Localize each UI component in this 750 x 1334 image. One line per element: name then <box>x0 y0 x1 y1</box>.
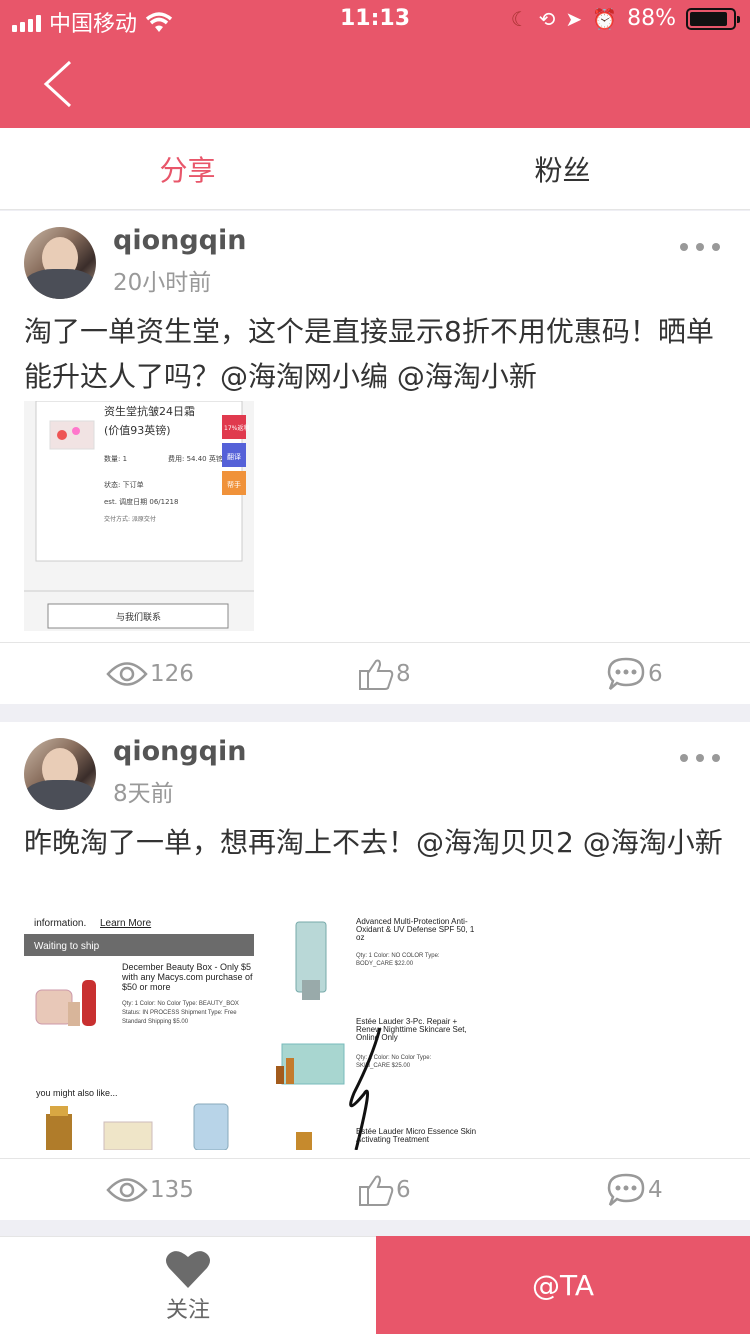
thumbs-up-icon <box>359 1175 394 1206</box>
comments-count: 6 <box>648 660 663 687</box>
like-button[interactable]: 6 <box>358 1173 411 1207</box>
info-text: information. <box>34 918 86 929</box>
tab-share[interactable]: 分享 <box>0 128 375 209</box>
avatar[interactable] <box>24 738 96 810</box>
more-icon[interactable] <box>680 243 720 251</box>
follow-label: 关注 <box>165 1297 210 1323</box>
post-image[interactable]: information. Learn More Waiting to ship … <box>24 918 484 1150</box>
order-qty: 数量: 1 <box>104 454 127 463</box>
order-pay: 交付方式: 派原交付 <box>104 515 156 523</box>
order-screenshot: information. Learn More Waiting to ship … <box>24 918 484 1150</box>
product-title: 资生堂抗皱24日霜 <box>104 404 195 418</box>
username[interactable]: qiongqin <box>113 225 246 256</box>
post-time: 8天前 <box>113 781 174 807</box>
post-actions: 135 6 4 <box>0 1158 750 1220</box>
order-screenshot: 资生堂抗皱24日霜 (价值93英镑) 数量: 1 费用: 54.40 英镑 状态… <box>24 401 254 629</box>
product-subtitle: (价值93英镑) <box>104 423 171 437</box>
location-icon: ➤ <box>565 6 583 31</box>
rec1-title: Advanced Multi-Protection Anti-Oxidant &… <box>356 918 475 942</box>
rec3-title: Estée Lauder Micro Essence Skin Activati… <box>356 1128 477 1144</box>
thumbs-up-icon <box>359 659 394 690</box>
views-counter[interactable]: 126 <box>106 659 194 689</box>
rec2-title: Estée Lauder 3-Pc. Repair + Renew Nightt… <box>356 1018 467 1042</box>
contact-button: 与我们联系 <box>116 611 161 623</box>
post-actions: 126 8 6 <box>0 642 750 704</box>
alarm-icon: ⏰ <box>592 6 618 31</box>
rotation-lock-icon: ⟲ <box>538 6 556 31</box>
comment-icon <box>607 657 645 690</box>
order-fee: 费用: 54.40 英镑 <box>168 454 223 463</box>
at-ta-button[interactable]: @TA <box>376 1236 750 1334</box>
also-like-label: you might also like... <box>36 1088 118 1098</box>
eye-icon <box>106 1177 148 1202</box>
learn-more-link: Learn More <box>100 918 152 929</box>
box-title: December Beauty Box - Only $5 with any M… <box>122 962 253 992</box>
follow-button[interactable]: 关注 <box>0 1236 376 1334</box>
post-card[interactable]: qiongqin 20小时前 淘了一单资生堂，这个是直接显示8折不用优惠码！晒单… <box>0 211 750 704</box>
moon-icon: ☾ <box>510 6 529 31</box>
comment-button[interactable]: 4 <box>606 1172 663 1208</box>
badge-helper: 帮手 <box>227 480 241 489</box>
like-button[interactable]: 8 <box>358 657 411 691</box>
likes-count: 8 <box>396 660 411 687</box>
views-count: 135 <box>150 1176 194 1203</box>
box-details: Qty: 1 Color: No Color Type: BEAUTY_BOX … <box>122 1001 239 1025</box>
badge-rebate: 17%返利 <box>224 424 249 432</box>
avatar[interactable] <box>24 227 96 299</box>
post-card[interactable]: qiongqin 8天前 昨晚淘了一单，想再淘上不去！@海淘贝贝2 @海淘小新 … <box>0 722 750 1220</box>
comment-icon <box>607 1173 645 1206</box>
comments-count: 4 <box>648 1176 663 1203</box>
chevron-left-icon[interactable] <box>40 58 80 110</box>
order-date: est. 调度日期 06/1218 <box>104 497 178 506</box>
heart-icon <box>166 1250 210 1288</box>
likes-count: 6 <box>396 1176 411 1203</box>
username[interactable]: qiongqin <box>113 736 246 767</box>
bottom-bar: 关注 @TA <box>0 1236 750 1334</box>
tab-fans[interactable]: 粉丝 <box>375 128 750 209</box>
post-text: 昨晚淘了一单，想再淘上不去！@海淘贝贝2 @海淘小新 <box>24 826 723 859</box>
battery-percent: 88% <box>627 6 676 31</box>
comment-button[interactable]: 6 <box>606 656 663 692</box>
tab-bar: 分享 粉丝 <box>0 128 750 210</box>
order-state: 状态: 下订单 <box>104 480 144 489</box>
post-time: 20小时前 <box>113 270 212 296</box>
battery-icon <box>686 7 740 30</box>
badge-translate: 翻译 <box>227 452 241 461</box>
status-bar: 中国移动 11:13 ☾ ⟲ ➤ ⏰ 88% <box>0 0 750 40</box>
post-image[interactable]: 资生堂抗皱24日霜 (价值93英镑) 数量: 1 费用: 54.40 英镑 状态… <box>24 401 254 631</box>
post-text: 淘了一单资生堂，这个是直接显示8折不用优惠码！晒单能升达人了吗？@海淘网小编 @… <box>24 315 714 393</box>
rec1-details: Qty: 1 Color: NO COLOR Type: BODY_CARE $… <box>356 953 440 967</box>
eye-icon <box>106 661 148 686</box>
views-counter[interactable]: 135 <box>106 1175 194 1205</box>
header-bar: 中国移动 11:13 ☾ ⟲ ➤ ⏰ 88% <box>0 0 750 128</box>
more-icon[interactable] <box>680 754 720 762</box>
waiting-label: Waiting to ship <box>34 941 100 952</box>
views-count: 126 <box>150 660 194 687</box>
